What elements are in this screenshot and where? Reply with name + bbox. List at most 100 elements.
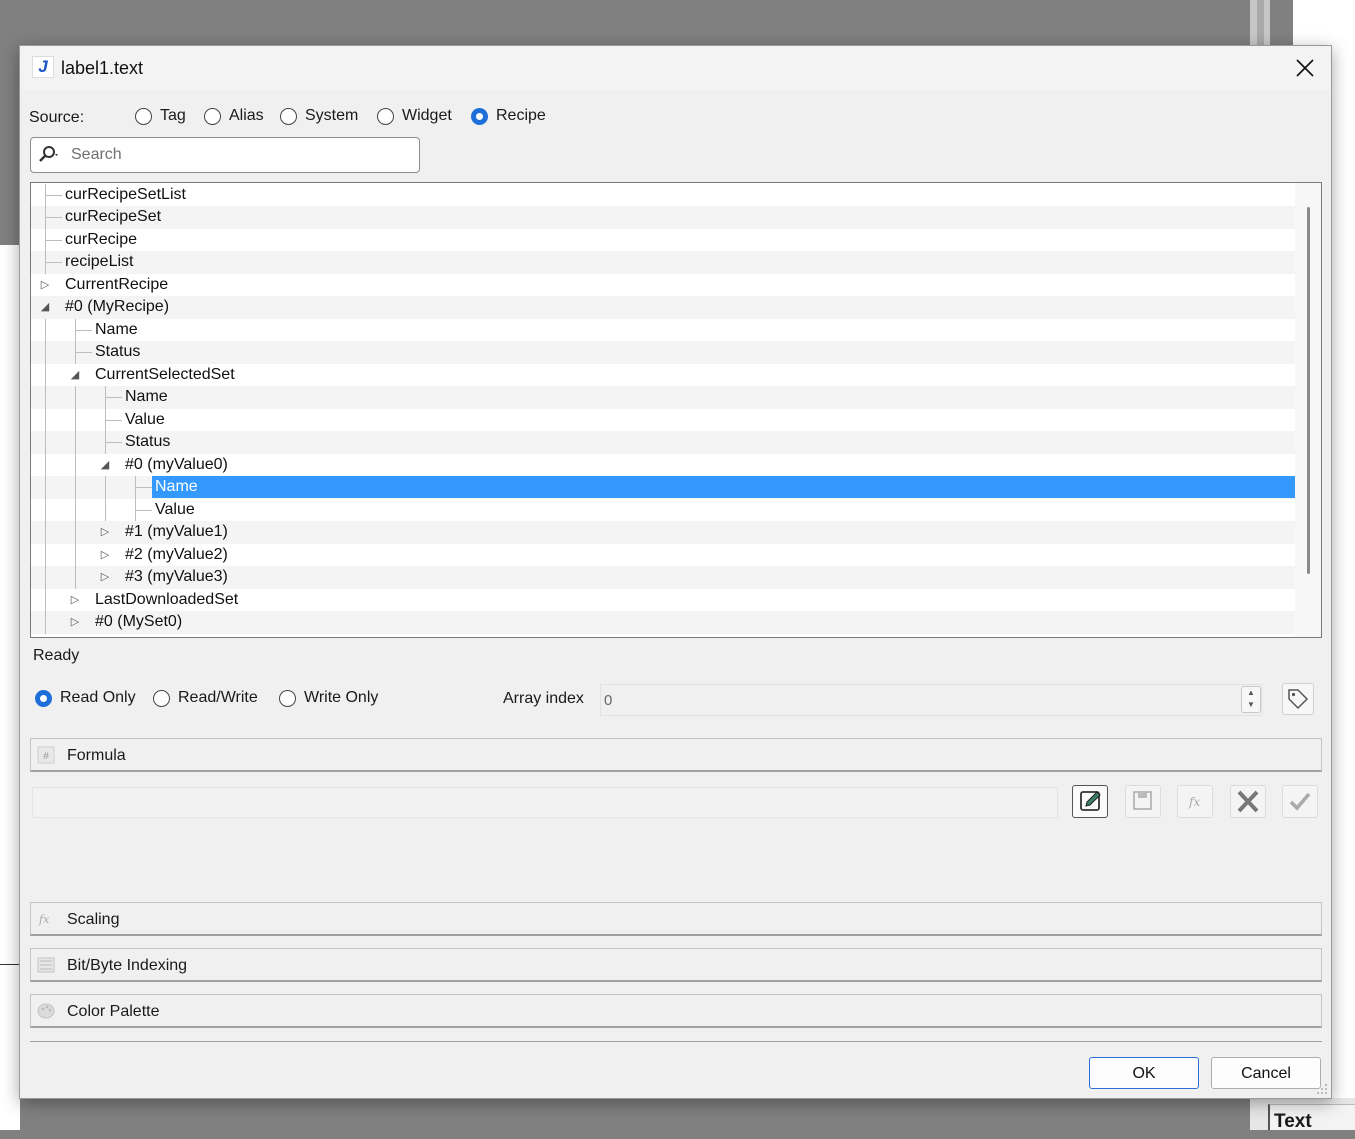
tree-row[interactable]: ◢ #0 (MyRecipe)	[31, 296, 1295, 319]
tree-item-label: curRecipeSetList	[65, 185, 186, 203]
access-radio-read-only[interactable]: Read Only	[35, 689, 136, 707]
tree-row[interactable]: Name	[31, 318, 1295, 341]
expanded-arrow-icon[interactable]: ◢	[38, 300, 52, 314]
tree-row[interactable]: ▷ #2 (myValue2)	[31, 543, 1295, 566]
array-index-label: Array index	[503, 690, 584, 707]
tree-guide-line	[75, 341, 76, 364]
tree-scrollbar-thumb[interactable]	[1307, 207, 1310, 574]
ok-button[interactable]: OK	[1089, 1057, 1199, 1089]
dialog-title: label1.text	[61, 58, 144, 78]
source-radio-tag-label: Tag	[160, 107, 186, 124]
formula-input[interactable]	[32, 787, 1058, 818]
clear-icon	[1237, 790, 1259, 813]
close-button[interactable]	[1291, 54, 1319, 82]
tree-item-label: CurrentRecipe	[65, 275, 169, 293]
array-index-stepper[interactable]: ▲ ▼	[1241, 686, 1261, 713]
tree-row[interactable]: Value	[31, 498, 1295, 521]
color-palette-section-header[interactable]: Color Palette	[30, 994, 1322, 1028]
source-radio-widget-label: Widget	[402, 107, 452, 124]
tree-row[interactable]: ▷ #1 (myValue1)	[31, 521, 1295, 544]
cancel-button[interactable]: Cancel	[1211, 1057, 1321, 1089]
function-icon: fx	[1188, 795, 1200, 809]
tree-row[interactable]: curRecipeSet	[31, 206, 1295, 229]
tree-row[interactable]: Name	[31, 386, 1295, 409]
formula-clear-button[interactable]	[1230, 785, 1266, 818]
tree-guide-line	[45, 318, 46, 341]
collapsed-arrow-icon[interactable]: ▷	[98, 548, 112, 562]
tree-guide-line	[75, 408, 76, 431]
tree-row[interactable]: ▷ CurrentRecipe	[31, 274, 1295, 297]
tree-connector	[136, 487, 152, 488]
collapsed-arrow-icon[interactable]: ▷	[68, 593, 82, 607]
access-radio-write-only[interactable]: Write Only	[279, 689, 378, 707]
formula-apply-button[interactable]	[1282, 785, 1318, 818]
background-window-left	[0, 245, 20, 1130]
chevron-up-icon[interactable]: ▲	[1242, 687, 1260, 699]
search-input[interactable]	[71, 144, 401, 166]
tree-guide-line	[45, 453, 46, 476]
access-radio-read-write-label: Read/Write	[178, 689, 258, 706]
formula-edit-button[interactable]	[1072, 785, 1108, 818]
search-box	[30, 137, 420, 173]
tree-guide-line	[45, 206, 46, 229]
access-radio-read-write[interactable]: Read/Write	[153, 689, 258, 707]
tree-row[interactable]: curRecipeSetList	[31, 183, 1295, 206]
search-icon[interactable]	[37, 145, 61, 165]
tree-row[interactable]: ▷ LastDownloadedSet	[31, 588, 1295, 611]
tree-guide-line	[105, 476, 106, 499]
tree-item-label: Name	[95, 320, 138, 338]
tree-guide-line	[45, 363, 46, 386]
collapsed-arrow-icon[interactable]: ▷	[68, 615, 82, 629]
tree-row[interactable]: ◢ CurrentSelectedSet	[31, 363, 1295, 386]
color-palette-section-title: Color Palette	[67, 1003, 160, 1020]
tree-row[interactable]: recipeList	[31, 251, 1295, 274]
tree-guide-line	[45, 386, 46, 409]
source-radio-widget[interactable]: Widget	[377, 107, 452, 125]
tree-item-label: LastDownloadedSet	[95, 590, 239, 608]
formula-section-header[interactable]: # Formula	[30, 738, 1322, 772]
app-logo-icon: J	[32, 56, 54, 78]
edit-icon	[1080, 791, 1101, 811]
collapsed-arrow-icon[interactable]: ▷	[98, 525, 112, 539]
bit-index-icon	[37, 957, 55, 973]
tree-scrollbar[interactable]	[1295, 183, 1321, 637]
formula-function-button[interactable]: fx	[1177, 785, 1213, 818]
collapsed-arrow-icon[interactable]: ▷	[98, 570, 112, 584]
tree-item-label: curRecipe	[65, 230, 138, 248]
expanded-arrow-icon[interactable]: ◢	[98, 458, 112, 472]
source-radio-tag[interactable]: Tag	[135, 107, 186, 125]
tree-guide-line	[45, 543, 46, 566]
resize-grip-icon[interactable]	[1316, 1083, 1328, 1095]
collapsed-arrow-icon[interactable]: ▷	[38, 278, 52, 292]
scaling-section-header[interactable]: fx Scaling	[30, 902, 1322, 936]
background-text-tab[interactable]: Text	[1268, 1104, 1355, 1132]
tree-guide-line	[75, 318, 76, 341]
tree-row[interactable]: curRecipe	[31, 228, 1295, 251]
tree-row[interactable]: Status	[31, 431, 1295, 454]
access-radio-write-only-label: Write Only	[304, 689, 379, 706]
tree-row[interactable]: ▷ #3 (myValue3)	[31, 566, 1295, 589]
tag-picker-button[interactable]	[1282, 683, 1314, 715]
tree-item-label: recipeList	[65, 253, 134, 270]
bit-byte-section-header[interactable]: Bit/Byte Indexing	[30, 948, 1322, 982]
palette-icon	[37, 1003, 55, 1019]
save-icon	[1133, 791, 1152, 810]
tree-row[interactable]: ▷ #0 (MySet0)	[31, 611, 1295, 634]
tree-guide-line	[45, 228, 46, 251]
tree-row[interactable]: Value	[31, 408, 1295, 431]
tree-item-label: Value	[125, 410, 165, 428]
tree-row[interactable]: Status	[31, 341, 1295, 364]
source-radio-system[interactable]: System	[280, 107, 358, 125]
tree-item-label: Status	[95, 343, 141, 360]
chevron-down-icon[interactable]: ▼	[1242, 699, 1260, 711]
tree-row[interactable]: Name	[31, 476, 1295, 499]
tree-row[interactable]: ◢ #0 (myValue0)	[31, 453, 1295, 476]
tree-guide-line	[105, 408, 106, 431]
array-index-input[interactable]: 0	[600, 684, 1262, 716]
source-radio-recipe[interactable]: Recipe	[471, 107, 546, 125]
source-radio-alias[interactable]: Alias	[204, 107, 264, 125]
formula-save-button[interactable]	[1125, 785, 1161, 818]
tag-icon	[1288, 689, 1309, 710]
expanded-arrow-icon[interactable]: ◢	[68, 368, 82, 382]
tree-connector	[136, 509, 152, 511]
